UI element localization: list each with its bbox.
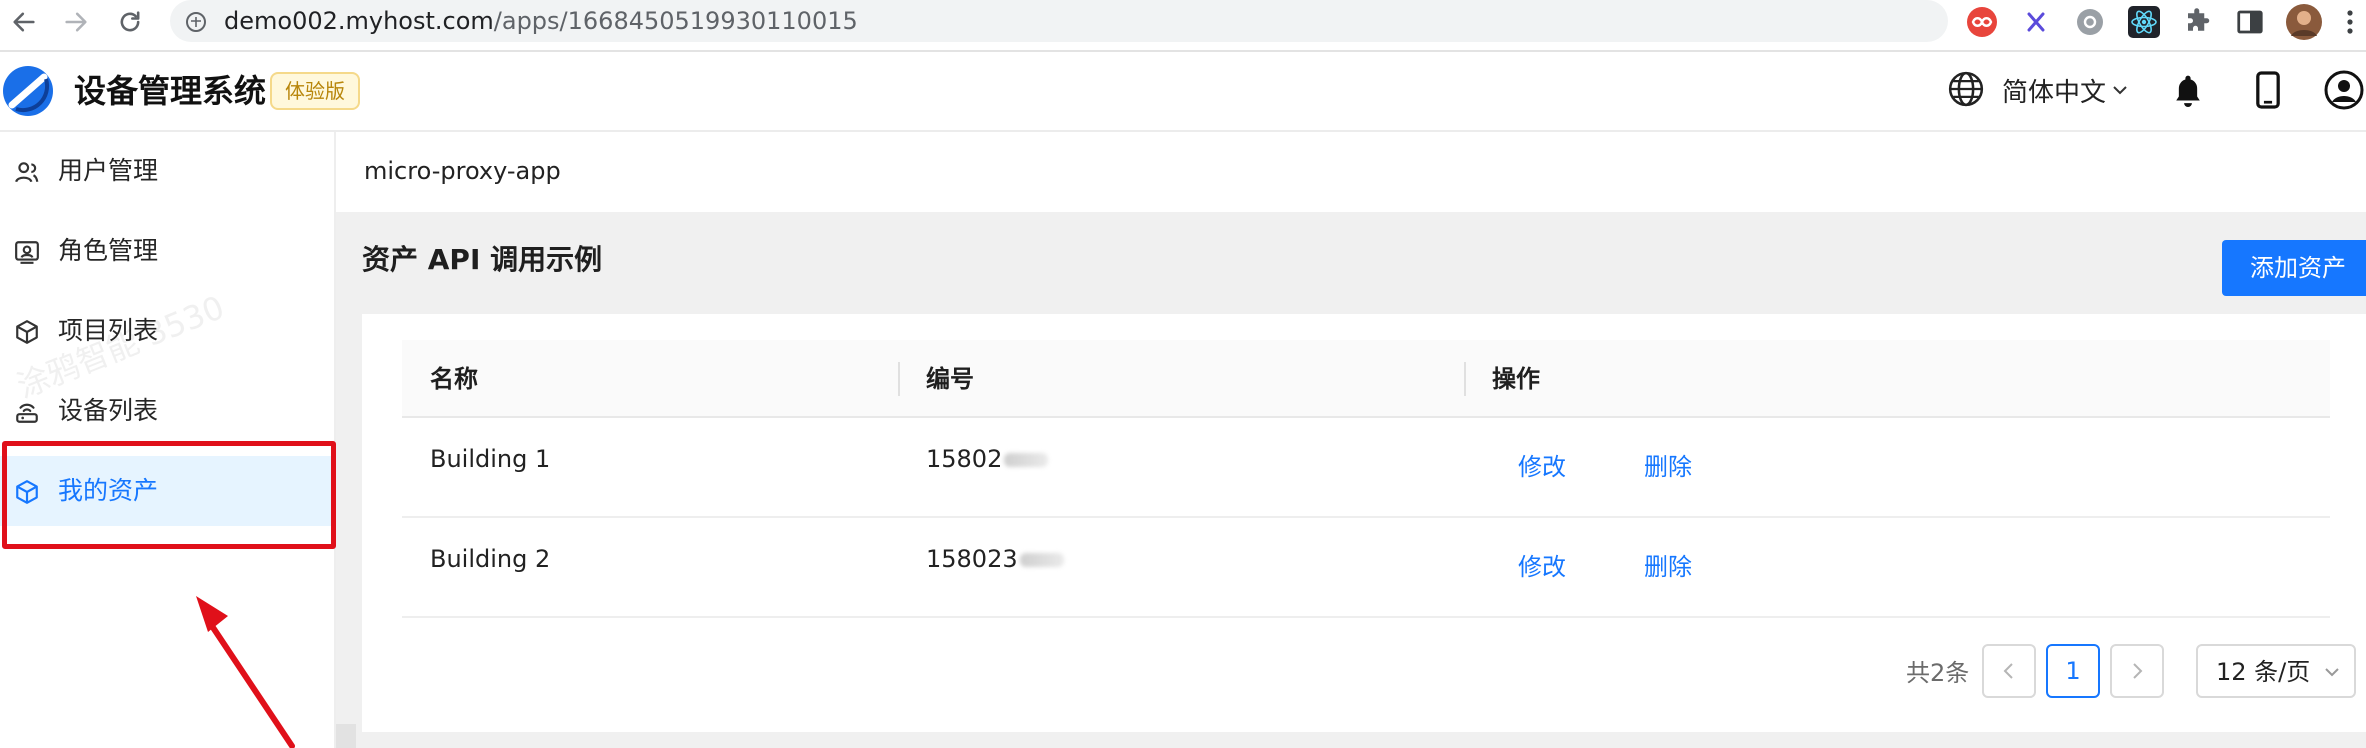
column-header-code: 编号 [926, 365, 974, 393]
sidebar-item-project-list[interactable]: 项目列表 [0, 296, 334, 366]
table-header: 名称 编号 操作 [402, 340, 2330, 418]
add-asset-button[interactable]: 添加资产 [2222, 240, 2366, 296]
table-row: Building 2 158023 修改 删除 [402, 518, 2330, 618]
asset-cube-icon [14, 479, 40, 505]
cube-icon [14, 319, 40, 345]
device-icon [14, 399, 40, 425]
infinity-ext-icon[interactable] [1962, 2, 2002, 42]
forward-icon[interactable] [56, 2, 96, 42]
pagination-prev-button[interactable] [1982, 644, 2036, 698]
breadcrumb: micro-proxy-app [336, 132, 2366, 212]
sidebar-item-device-list[interactable]: 设备列表 [0, 376, 334, 446]
edit-button[interactable]: 修改 [1518, 450, 1566, 484]
browser-toolbar: demo002.myhost.com/apps/1668450519930110… [0, 0, 2366, 52]
annotation-arrow-icon [196, 596, 295, 748]
pagination-next-button[interactable] [2110, 644, 2164, 698]
chevron-left-icon [2003, 663, 2013, 679]
app-title: 设备管理系统 [74, 72, 267, 110]
sidebar-item-label: 用户管理 [58, 156, 159, 185]
asset-code-text: 158023 [926, 545, 1018, 573]
gear-ext-icon[interactable] [2070, 2, 2110, 42]
delete-button[interactable]: 删除 [1644, 450, 1692, 484]
role-card-icon [14, 239, 40, 265]
chevron-right-icon [2133, 663, 2143, 679]
chevron-down-icon [2322, 662, 2342, 686]
redacted-blur [1004, 453, 1049, 467]
breadcrumb-item: micro-proxy-app [364, 157, 561, 185]
back-icon[interactable] [4, 2, 44, 42]
page-size-select[interactable]: 12 条/页 [2196, 644, 2356, 698]
chevron-down-icon[interactable] [2108, 78, 2132, 102]
bell-icon[interactable] [2168, 70, 2208, 110]
sidebar-toggle-icon[interactable] [2230, 2, 2270, 42]
delete-button[interactable]: 删除 [1644, 550, 1692, 584]
sidebar-item-role-management[interactable]: 角色管理 [0, 216, 334, 286]
table-row: Building 1 15802 修改 删除 [402, 418, 2330, 518]
puzzle-icon[interactable] [2178, 2, 2218, 42]
trial-badge: 体验版 [270, 72, 360, 110]
column-header-name: 名称 [430, 365, 478, 393]
pagination-page-current[interactable]: 1 [2046, 644, 2100, 698]
edit-button[interactable]: 修改 [1518, 550, 1566, 584]
globe-icon[interactable] [1946, 69, 1986, 109]
asset-code: 15802 [926, 442, 1049, 476]
url-path: /apps/1668450519930110015 [493, 7, 858, 35]
language-selector[interactable]: 简体中文 [2002, 76, 2106, 110]
main-content: micro-proxy-app 资产 API 调用示例 添加资产 涂鸦智能 35… [336, 132, 2366, 748]
asset-table-card: 名称 编号 操作 Building 1 15802 修改 删除 Building… [362, 314, 2366, 732]
sidebar-item-label: 我的资产 [58, 476, 159, 505]
url-host: demo002.myhost.com [224, 7, 494, 35]
address-bar[interactable]: demo002.myhost.com/apps/1668450519930110… [170, 0, 1948, 42]
sidebar-item-user-management[interactable]: 用户管理 [0, 136, 334, 206]
pagination-total: 共2条 [1906, 659, 1970, 687]
profile-avatar-icon[interactable] [2284, 2, 2324, 42]
react-devtools-icon[interactable] [2124, 2, 2164, 42]
x-ext-icon[interactable] [2016, 2, 2056, 42]
reload-icon[interactable] [110, 2, 150, 42]
mobile-icon[interactable] [2248, 68, 2288, 112]
asset-code: 158023 [926, 542, 1064, 576]
scrollbar[interactable] [336, 724, 356, 748]
page-size-value: 12 条/页 [2216, 658, 2311, 686]
page-title: 资产 API 调用示例 [362, 243, 603, 276]
sidebar-item-label: 设备列表 [58, 396, 159, 425]
asset-name: Building 1 [430, 445, 551, 473]
sidebar-item-label: 角色管理 [58, 236, 159, 265]
column-divider [1464, 362, 1466, 396]
more-vertical-icon[interactable] [2334, 2, 2366, 42]
asset-name: Building 2 [430, 545, 551, 573]
user-avatar-icon[interactable] [2322, 68, 2366, 112]
user-icon [14, 159, 40, 185]
sidebar-item-my-assets[interactable]: 我的资产 [0, 456, 334, 526]
column-divider [898, 362, 900, 396]
column-header-actions: 操作 [1492, 365, 1540, 393]
app-logo-icon[interactable] [2, 65, 54, 117]
app-header: 设备管理系统 体验版 简体中文 [0, 52, 2366, 132]
sidebar-item-label: 项目列表 [58, 316, 159, 345]
asset-code-text: 15802 [926, 445, 1003, 473]
url-text: demo002.myhost.com/apps/1668450519930110… [224, 6, 858, 36]
redacted-blur [1019, 553, 1064, 567]
site-info-icon[interactable] [184, 10, 208, 38]
